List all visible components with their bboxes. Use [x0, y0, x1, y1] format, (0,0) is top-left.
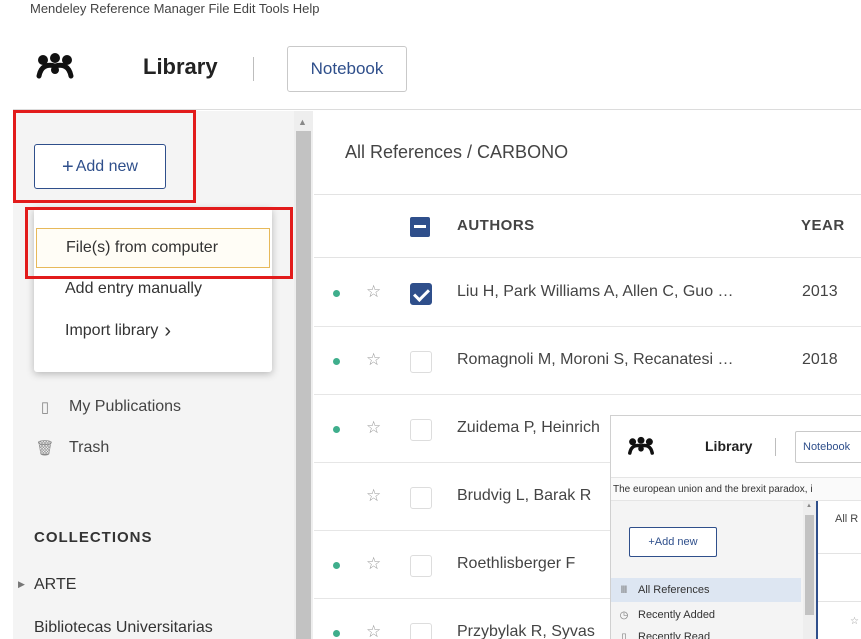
column-header-year[interactable]: YEAR — [801, 217, 845, 234]
inset-breadcrumb: All R — [835, 513, 859, 525]
unread-dot-icon — [333, 630, 340, 637]
inset-divider — [818, 601, 861, 602]
row-authors: Liu H, Park Williams A, Allen C, Guo … — [457, 283, 734, 300]
sidebar: + Add new ☆ Favorites ▯ My Publications … — [13, 111, 313, 639]
plus-icon: + — [62, 155, 74, 178]
chevron-right-icon: › — [164, 320, 172, 342]
sidebar-item-trash[interactable]: 🗑 Trash — [35, 439, 109, 457]
caret-right-icon[interactable]: ▶ — [18, 579, 25, 590]
inset-library-title: Library — [705, 438, 753, 454]
unread-dot-icon — [333, 426, 340, 433]
inset-add-new-button[interactable]: +Add new — [629, 527, 717, 557]
inset-scrollbar[interactable]: ▲ — [803, 501, 816, 639]
window-title: Mendeley Reference Manager File Edit Too… — [30, 1, 320, 16]
unread-dot-icon — [333, 562, 340, 569]
inset-header-divider — [775, 438, 776, 456]
menu-item-add-entry-manually[interactable]: Add entry manually — [34, 270, 272, 308]
inset-sidebar-item-recently-read[interactable]: ▯ Recently Read — [618, 631, 710, 639]
clock-icon: ◷ — [619, 609, 629, 621]
row-checkbox[interactable] — [410, 487, 432, 509]
sidebar-item-label: Trash — [69, 439, 110, 456]
sidebar-item-my-publications[interactable]: ▯ My Publications — [35, 398, 181, 416]
inset-divider — [818, 553, 861, 554]
sidebar-item-label: My Publications — [69, 398, 182, 415]
row-year: 2018 — [802, 351, 838, 368]
scroll-up-arrow-icon[interactable]: ▲ — [298, 117, 307, 127]
trash-icon: 🗑 — [35, 440, 55, 457]
add-new-label: Add new — [75, 157, 138, 175]
star-icon[interactable]: ☆ — [366, 350, 381, 370]
app-header: Library Notebook — [13, 28, 861, 110]
collection-item-bibliotecas[interactable]: Bibliotecas Universitarias — [34, 619, 213, 637]
inset-screenshot: Library Notebook The european union and … — [610, 415, 861, 639]
inset-nav-label: All References — [638, 584, 710, 596]
row-year: 2013 — [802, 283, 838, 300]
breadcrumb: All References / CARBONO — [345, 142, 569, 162]
scroll-up-arrow-icon[interactable]: ▲ — [806, 503, 812, 509]
inset-header: Library Notebook — [611, 416, 861, 477]
inset-document-banner: The european union and the brexit parado… — [611, 477, 861, 501]
unread-dot-icon — [333, 358, 340, 365]
star-icon: ☆ — [850, 616, 859, 627]
collection-item-arte[interactable]: ▶ ARTE — [18, 576, 77, 594]
inset-scrollbar-thumb[interactable] — [805, 515, 814, 615]
collections-heading: COLLECTIONS — [34, 529, 153, 546]
notebook-tab[interactable]: Notebook — [287, 46, 407, 92]
library-title[interactable]: Library — [143, 54, 218, 80]
window-title-bar: Mendeley Reference Manager File Edit Too… — [0, 0, 861, 28]
library-icon: Ⅲ — [620, 584, 628, 596]
book-icon: ▯ — [621, 631, 627, 639]
collection-label: ARTE — [34, 576, 77, 593]
inset-nav-label: Recently Added — [638, 609, 716, 621]
row-checkbox[interactable] — [410, 351, 432, 373]
row-checkbox[interactable] — [410, 419, 432, 441]
table-header: AUTHORS YEAR — [314, 194, 861, 258]
star-icon[interactable]: ☆ — [366, 282, 381, 302]
star-icon[interactable]: ☆ — [366, 486, 381, 506]
column-header-authors[interactable]: AUTHORS — [457, 217, 535, 234]
star-icon[interactable]: ☆ — [366, 622, 381, 639]
mendeley-logo-icon — [36, 53, 74, 79]
select-all-checkbox[interactable] — [410, 217, 430, 237]
row-authors: Romagnoli M, Moroni S, Recanatesi … — [457, 351, 734, 368]
star-icon[interactable]: ☆ — [366, 418, 381, 438]
menu-item-import-library[interactable]: Import library › — [34, 312, 272, 350]
inset-sidebar: +Add new Ⅲ All References ◷ Recently Add… — [611, 501, 816, 639]
table-row[interactable]: ☆ Romagnoli M, Moroni S, Recanatesi … 20… — [314, 327, 861, 395]
table-row[interactable]: ☆ Liu H, Park Williams A, Allen C, Guo …… — [314, 259, 861, 327]
inset-sidebar-item-all-references[interactable]: Ⅲ All References — [611, 578, 801, 602]
sidebar-scrollbar[interactable]: ▲ — [294, 111, 313, 639]
row-checkbox[interactable] — [410, 283, 432, 305]
unread-dot-icon — [333, 290, 340, 297]
inset-main-panel: All R ☆ — [816, 501, 861, 639]
document-icon: ▯ — [40, 399, 50, 416]
row-checkbox[interactable] — [410, 623, 432, 639]
row-checkbox[interactable] — [410, 555, 432, 577]
header-divider — [253, 57, 254, 81]
add-new-button[interactable]: + Add new — [34, 144, 166, 189]
star-icon[interactable]: ☆ — [366, 554, 381, 574]
menu-item-label: Import library — [65, 322, 159, 339]
inset-notebook-tab[interactable]: Notebook — [795, 431, 861, 463]
menu-item-files-from-computer[interactable]: File(s) from computer — [36, 228, 270, 268]
inset-nav-label: Recently Read — [638, 631, 711, 639]
inset-sidebar-item-recently-added[interactable]: ◷ Recently Added — [618, 609, 715, 621]
scrollbar-thumb[interactable] — [296, 131, 311, 639]
mendeley-logo-icon — [628, 436, 654, 455]
add-new-dropdown-menu: File(s) from computer Add entry manually… — [34, 208, 272, 372]
